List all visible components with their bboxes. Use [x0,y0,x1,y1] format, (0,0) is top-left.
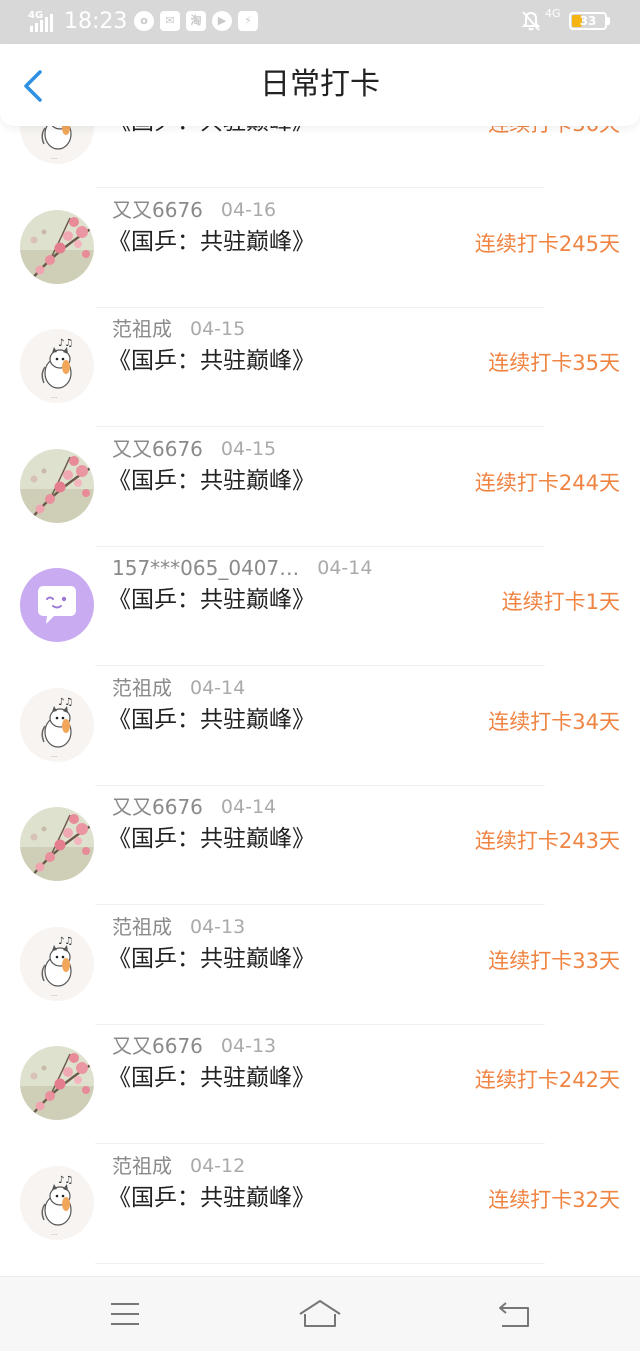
checkin-date: 04-13 [190,915,246,938]
user-name[interactable]: 范祖成 [112,316,172,342]
streak-label: 连续打卡243天 [474,829,620,853]
flash-app-icon: ⚡ [238,11,258,31]
checkin-date: 04-13 [220,1035,277,1057]
checkin-row[interactable]: ♪♫ ···· 范祖成04-16《国乒：共驻巅峰》连续打卡36天 [0,126,640,189]
checkin-date: 04-12 [190,1154,246,1177]
battery-icon: 33 [569,12,607,30]
checkin-row[interactable]: 157***065_0407… 04-14 《国乒：共驻巅峰》 连续打卡1天 [0,547,640,667]
back-arrow-icon [499,1302,529,1327]
checkin-content[interactable]: 《国乒：共驻巅峰》 [108,466,315,496]
checkin-list[interactable]: ♪♫ ···· 范祖成 04-16 《国乒：共驻巅峰》 连续打卡36天 又又6676 0… [0,126,640,1276]
user-avatar[interactable]: ♪♫ ···· [20,1165,94,1240]
status-bar: 4G 18:23 o ✉ 淘 ▶ ⚡ 4G 33 [0,0,640,44]
video-app-icon: ▶ [212,11,232,31]
svg-text:····: ···· [51,395,58,401]
menu-button[interactable] [100,1295,150,1333]
checkin-row[interactable]: ♪♫ ···· 范祖成 04-13 《国乒：共驻巅峰》 连续打卡33天 [0,906,640,1026]
streak-label: 连续打卡245天 [474,231,620,256]
user-avatar[interactable]: ♪♫ ···· [20,926,94,1001]
page-title: 日常打卡 [260,67,380,102]
user-name[interactable]: 范祖成 [112,914,172,940]
back-button[interactable] [14,64,58,108]
user-avatar[interactable]: ♪♫ ···· [20,126,94,164]
checkin-date: 04-14 [317,557,373,579]
user-avatar[interactable]: ♪♫ ···· [20,329,94,403]
checkin-date: 04-15 [220,437,277,460]
user-name[interactable]: 范祖成 [112,1153,172,1179]
user-avatar[interactable] [20,807,94,881]
user-avatar[interactable]: ♪♫ ···· [20,687,94,762]
streak-label: 连续打卡244天 [474,470,620,495]
status-time: 18:23 [64,9,128,34]
checkin-content[interactable]: 《国乒：共驻巅峰》 [108,346,315,376]
system-nav-bar [0,1276,640,1351]
checkin-row[interactable]: ♪♫ ···· 范祖成 04-14 《国乒：共驻巅峰》 连续打卡34天 [0,667,640,787]
user-name[interactable]: 又又6676 [112,1033,203,1059]
user-name[interactable]: 范祖成 [112,675,172,701]
menu-icon [111,1303,139,1325]
checkin-content[interactable]: 《国乒：共驻巅峰》 [108,944,315,974]
svg-text:····: ···· [51,754,58,760]
svg-text:♪♫: ♪♫ [58,1175,73,1186]
user-name[interactable]: 又又6676 [112,794,203,820]
chevron-left-icon [24,70,42,102]
checkin-content[interactable]: 《国乒：共驻巅峰》 [108,1183,315,1213]
svg-text:♪♫: ♪♫ [58,338,73,349]
back-nav-button[interactable] [490,1295,540,1333]
svg-text:♪♫: ♪♫ [58,697,73,708]
user-avatar[interactable] [20,1046,94,1120]
user-avatar[interactable] [20,568,94,642]
taobao-app-icon: 淘 [186,11,206,31]
user-avatar[interactable] [20,209,94,284]
svg-text:4G: 4G [28,10,43,21]
home-button[interactable] [295,1295,345,1333]
checkin-content[interactable]: 《国乒：共驻巅峰》 [108,126,315,137]
svg-text:♪♫: ♪♫ [58,936,73,947]
checkin-date: 04-16 [220,198,277,221]
row-divider [95,1262,545,1264]
user-name[interactable]: 又又6676 [112,197,203,223]
checkin-row[interactable]: ♪♫ ···· 范祖成 04-12 《国乒：共驻巅峰》 连续打卡32天 [0,1145,640,1265]
svg-text:····: ···· [51,993,58,999]
checkin-content[interactable]: 《国乒：共驻巅峰》 [108,705,315,735]
bell-muted-icon [521,11,541,31]
checkin-date: 04-14 [220,796,277,818]
signal-icon: 4G [28,10,53,32]
streak-label: 连续打卡33天 [488,948,620,973]
battery-percent: 33 [579,14,597,28]
checkin-date: 04-14 [190,676,246,699]
app-header: 日常打卡 [0,44,640,126]
streak-label: 连续打卡1天 [501,590,620,614]
status-app-icons: o ✉ 淘 ▶ ⚡ [134,11,258,31]
checkin-date: 04-15 [190,318,246,340]
checkin-row[interactable]: 又又6676 04-13 《国乒：共驻巅峰》 连续打卡242天 [0,1025,640,1145]
checkin-content[interactable]: 《国乒：共驻巅峰》 [108,824,315,854]
browser-app-icon: o [134,11,154,31]
mail-app-icon: ✉ [160,11,180,31]
streak-label: 连续打卡34天 [488,709,620,734]
checkin-row[interactable]: 又又6676 04-15 《国乒：共驻巅峰》 连续打卡244天 [0,428,640,548]
checkin-row[interactable]: 又又6676 04-16 《国乒：共驻巅峰》 连续打卡245天 [0,189,640,309]
user-name[interactable]: 又又6676 [112,436,203,462]
streak-label: 连续打卡35天 [488,351,620,375]
battery-cap [607,17,610,25]
svg-text:····: ···· [51,1232,58,1238]
checkin-content[interactable]: 《国乒：共驻巅峰》 [108,227,315,257]
network-label: 4G [545,7,561,20]
streak-label: 连续打卡36天 [488,126,620,139]
streak-label: 连续打卡32天 [488,1187,620,1212]
user-avatar[interactable] [20,448,94,523]
user-name[interactable]: 157***065_0407… [112,555,299,581]
home-icon [299,1300,341,1327]
svg-text:····: ···· [51,156,58,162]
checkin-content[interactable]: 《国乒：共驻巅峰》 [108,1063,315,1093]
checkin-row[interactable]: ♪♫ ···· 范祖成 04-15 《国乒：共驻巅峰》 连续打卡35天 [0,308,640,428]
checkin-content[interactable]: 《国乒：共驻巅峰》 [108,585,315,615]
streak-label: 连续打卡242天 [474,1068,620,1092]
checkin-row[interactable]: 又又6676 04-14 《国乒：共驻巅峰》 连续打卡243天 [0,786,640,906]
